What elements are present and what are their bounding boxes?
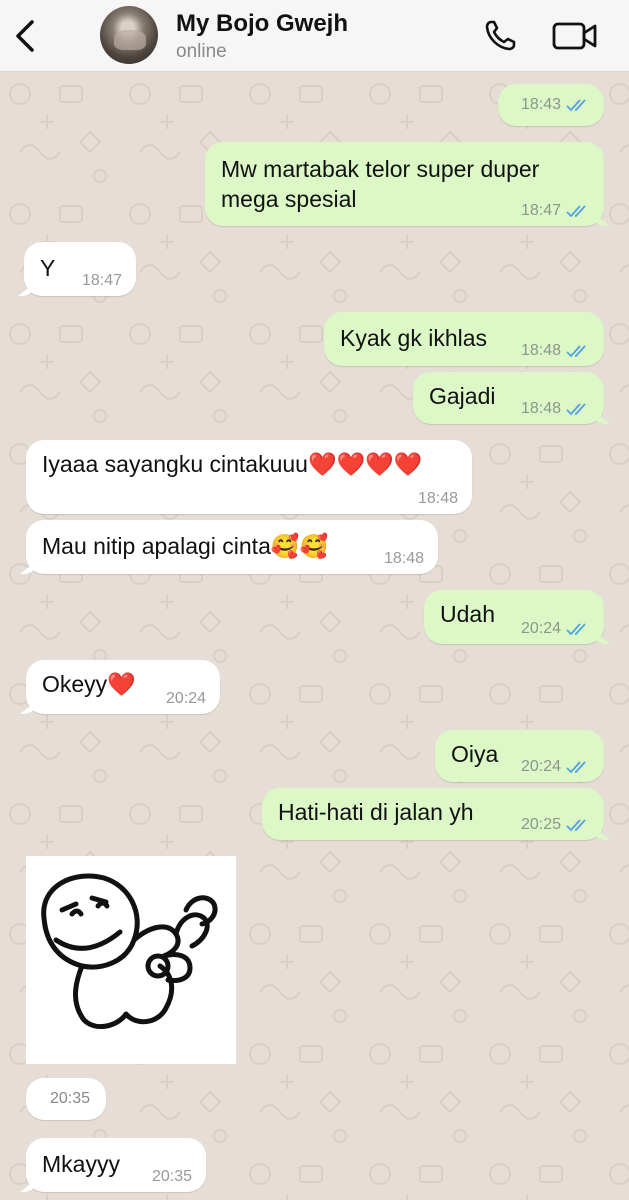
double-check-icon [566, 623, 586, 636]
phone-icon [485, 20, 516, 51]
double-check-icon [566, 345, 586, 358]
message-meta: 18:48 [418, 490, 458, 508]
message-text: Y [40, 255, 56, 281]
message-time: 18:48 [417, 490, 458, 507]
message-outgoing[interactable]: 18:43 [498, 84, 604, 126]
contact-name[interactable]: My Bojo Gwejh [176, 10, 348, 38]
message-time: 18:48 [520, 400, 561, 417]
message-meta: 20:24 [166, 690, 206, 708]
message-outgoing[interactable]: Kyak gk ikhlas 18:48 [324, 312, 604, 366]
message-text: Gajadi [429, 383, 496, 409]
message-time: 20:35 [49, 1090, 90, 1107]
message-incoming[interactable]: Iyaaa sayangku cintakuuu❤️❤️❤️❤️ 18:48 [26, 440, 472, 514]
message-time: 20:24 [520, 758, 561, 775]
message-text: Mau nitip apalagi cinta🥰🥰 [42, 533, 329, 559]
message-time: 20:24 [520, 620, 561, 637]
message-outgoing[interactable]: Oiya 20:24 [435, 730, 604, 782]
message-meta: 18:47 [82, 272, 122, 290]
contact-avatar[interactable] [100, 6, 158, 64]
double-check-icon [566, 99, 586, 112]
message-time: 18:47 [81, 272, 122, 289]
message-incoming[interactable]: 20:35 [26, 1078, 106, 1120]
message-incoming[interactable]: Okeyy❤️ 20:24 [26, 660, 220, 714]
double-check-icon [566, 819, 586, 832]
chat-area[interactable]: 18:43 Mw martabak telor super duper mega… [0, 72, 629, 1200]
message-time: 20:35 [151, 1168, 192, 1185]
message-text: Okeyy❤️ [42, 671, 136, 697]
message-text: Kyak gk ikhlas [340, 325, 488, 351]
message-meta: 20:35 [152, 1168, 192, 1186]
contact-status: online [176, 41, 227, 62]
message-time: 18:48 [383, 550, 424, 567]
back-button[interactable] [10, 16, 42, 56]
video-call-button[interactable] [552, 19, 598, 53]
message-incoming[interactable]: Mau nitip apalagi cinta🥰🥰 18:48 [26, 520, 438, 574]
video-camera-icon [552, 22, 597, 50]
sticker-image[interactable] [26, 856, 236, 1064]
message-meta: 20:24 [521, 620, 590, 638]
message-outgoing[interactable]: Mw martabak telor super duper mega spesi… [205, 142, 604, 226]
chat-header: My Bojo Gwejh online [0, 0, 629, 72]
message-meta: 18:47 [521, 202, 590, 220]
message-meta: 18:43 [521, 96, 590, 114]
message-outgoing[interactable]: Gajadi 18:48 [413, 372, 604, 424]
double-check-icon [566, 403, 586, 416]
message-meta: 20:25 [521, 816, 590, 834]
thumbs-ok-sticker [41, 873, 218, 1030]
message-time: 18:47 [520, 202, 561, 219]
message-outgoing[interactable]: Hati-hati di jalan yh 20:25 [262, 788, 604, 840]
message-incoming[interactable]: Y 18:47 [24, 242, 136, 296]
message-incoming[interactable]: Mkayyy 20:35 [26, 1138, 206, 1192]
message-text: Oiya [451, 741, 499, 767]
message-meta: 18:48 [384, 550, 424, 568]
message-meta: 20:24 [521, 758, 590, 776]
message-meta: 20:35 [50, 1090, 90, 1108]
message-time: 18:43 [520, 96, 561, 113]
message-time: 20:25 [520, 816, 561, 833]
message-time: 20:24 [165, 690, 206, 707]
message-meta: 18:48 [521, 342, 590, 360]
message-text: Mkayyy [42, 1151, 120, 1177]
double-check-icon [566, 205, 586, 218]
message-outgoing[interactable]: Udah 20:24 [424, 590, 604, 644]
chevron-left-icon [16, 20, 34, 52]
voice-call-button[interactable] [482, 18, 518, 54]
message-text: Hati-hati di jalan yh [278, 799, 474, 825]
double-check-icon [566, 761, 586, 774]
message-text: Udah [440, 601, 495, 627]
message-meta: 18:48 [521, 400, 590, 418]
message-time: 18:48 [520, 342, 561, 359]
message-text: Iyaaa sayangku cintakuuu❤️❤️❤️❤️ [42, 451, 423, 477]
